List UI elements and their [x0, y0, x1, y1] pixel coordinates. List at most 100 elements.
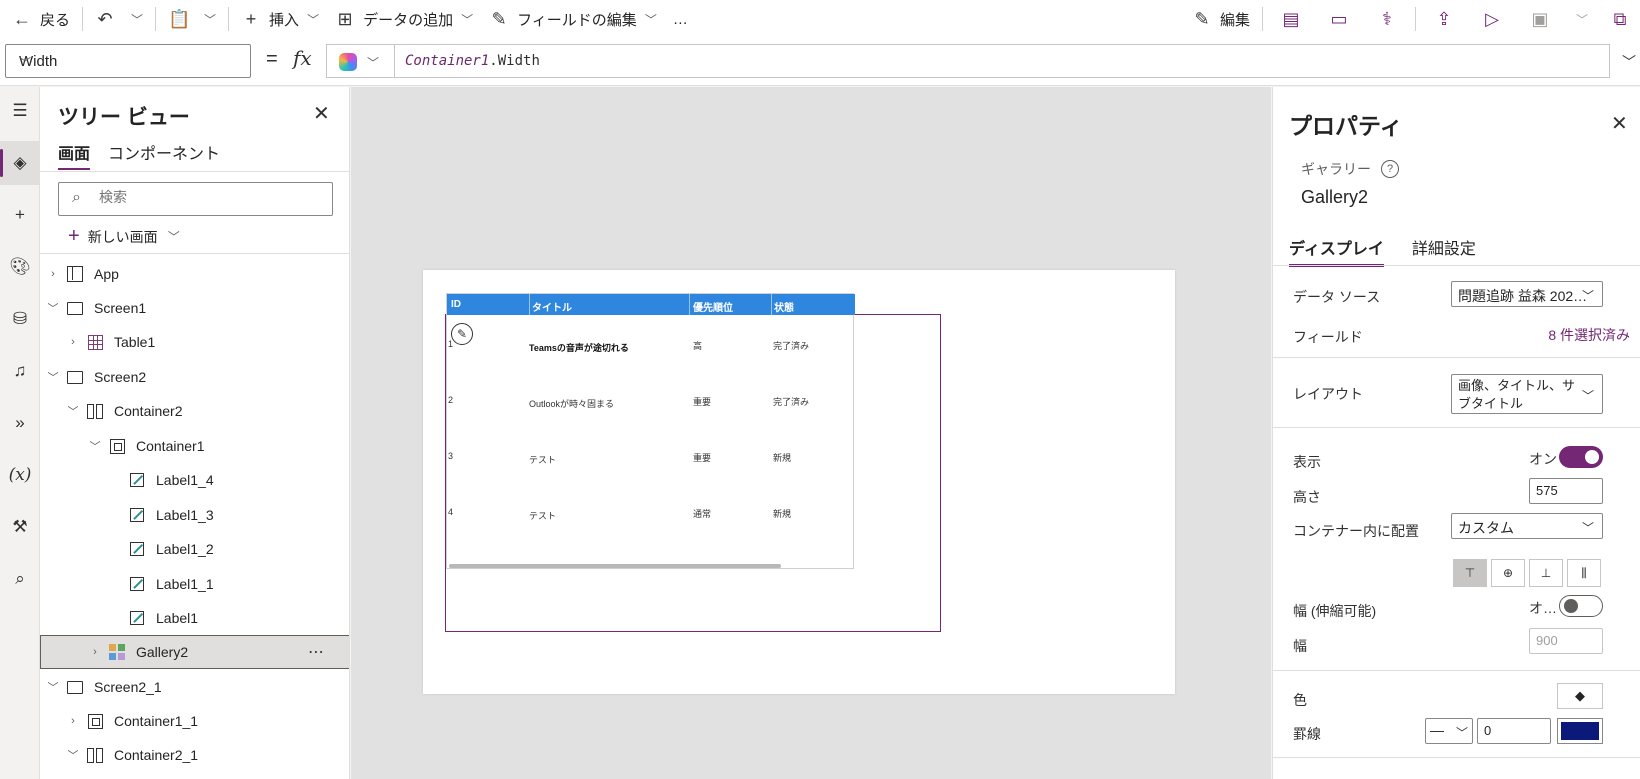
divider — [1262, 7, 1263, 31]
copilot-button[interactable]: ﹀ — [326, 44, 394, 78]
width-input[interactable]: 900 — [1529, 628, 1603, 654]
save-dropdown[interactable]: ﹀ — [1564, 0, 1600, 38]
chevron-right-icon: › — [71, 336, 75, 348]
align-bottom-button[interactable]: ⊥ — [1529, 559, 1563, 587]
media-button[interactable]: ♫ — [0, 349, 40, 393]
border-style-dropdown[interactable]: — ﹀ — [1425, 718, 1473, 744]
insert-button[interactable]: + 挿入 ﹀ — [233, 0, 327, 38]
align-stretch-button[interactable]: ⫼ — [1567, 559, 1601, 587]
tree-view-button[interactable]: ◈ — [0, 141, 40, 185]
tree-node-app[interactable]: › App — [40, 257, 349, 291]
edit-icon[interactable]: ✎ — [451, 323, 473, 345]
app-checker-button[interactable]: ▤ — [1267, 0, 1315, 38]
tab-components[interactable]: コンポーネント — [108, 140, 220, 170]
canvas-area: ID タイトル 優先順位 状態 ✎ 1 Teamsの音声が途切れる 高 完了済み… — [351, 87, 1271, 779]
close-tree-view-button[interactable]: ✕ — [313, 101, 330, 126]
tree-node-label1-2[interactable]: Label1_2 — [40, 532, 349, 566]
advanced-tools-button[interactable]: ⚒ — [0, 505, 40, 549]
tree-node-screen2[interactable]: ﹀ Screen2 — [40, 360, 349, 394]
tree-search-box[interactable]: ⌕ — [58, 182, 333, 216]
undo-dropdown[interactable]: ﹀ — [123, 0, 151, 38]
variables-button[interactable]: (x) — [0, 453, 40, 497]
tree-node-gallery2[interactable]: › Gallery2 ⋯ — [40, 635, 349, 669]
fill-color-button[interactable]: ◆ — [1557, 683, 1603, 709]
height-input[interactable]: 575 — [1529, 478, 1603, 504]
align-in-container-dropdown[interactable]: カスタム ﹀ — [1451, 513, 1603, 539]
table-cell-priority: 高 — [693, 341, 703, 351]
edit-fields-button[interactable]: ✎ フィールドの編集 ﹀ — [481, 0, 665, 38]
undo-button[interactable]: ↶ — [87, 0, 123, 38]
flexible-width-toggle[interactable] — [1559, 595, 1603, 617]
divider — [1273, 670, 1640, 671]
divider — [228, 7, 230, 31]
health-check-button[interactable]: ⚕ — [1363, 0, 1411, 38]
more-button[interactable]: … — [665, 0, 696, 38]
formula-input[interactable]: Container1.Width — [394, 44, 1610, 78]
tree-node-label1-4[interactable]: Label1_4 — [40, 463, 349, 497]
table-cell-status: 新規 — [773, 453, 792, 463]
layout-dropdown[interactable]: 画像、タイトル、サブタイトル ﹀ — [1451, 374, 1603, 414]
back-button[interactable]: ← 戻る — [0, 0, 78, 38]
search-rail-button[interactable]: ⌕ — [0, 557, 40, 601]
tree-node-label1-3[interactable]: Label1_3 — [40, 498, 349, 532]
tree-node-container1[interactable]: ﹀ Container1 — [40, 429, 349, 463]
horizontal-scrollbar[interactable] — [449, 564, 781, 568]
chevron-down-icon: ﹀ — [67, 406, 79, 418]
border-width-input[interactable]: 0 — [1477, 718, 1551, 744]
divider — [40, 171, 349, 172]
align-middle-button[interactable]: ⊕ — [1491, 559, 1525, 587]
publish-button[interactable]: ⧉ — [1600, 0, 1640, 38]
fields-link[interactable]: 8 件選択済み — [1548, 325, 1630, 345]
data-table[interactable]: ID タイトル 優先順位 状態 ✎ 1 Teamsの音声が途切れる 高 完了済み… — [446, 293, 855, 569]
tree-node-container1-1[interactable]: › Container1_1 — [40, 704, 349, 738]
tab-display[interactable]: ディスプレイ — [1289, 235, 1384, 267]
border-color-button[interactable] — [1557, 718, 1603, 744]
insert-rail-button[interactable]: + — [0, 193, 40, 237]
themes-button[interactable]: 🎨︎ — [0, 245, 40, 289]
column-header-status[interactable]: 状態 — [774, 299, 794, 314]
screen-icon — [66, 300, 84, 316]
new-screen-button[interactable]: + 新しい画面 ﹀ — [68, 225, 180, 248]
column-divider — [771, 294, 772, 315]
align-stretch-icon: ⫼ — [1581, 565, 1587, 580]
palette-icon: 🎨︎ — [9, 257, 31, 276]
save-button[interactable]: ▣ — [1516, 0, 1564, 38]
preview-button[interactable]: ▷ — [1468, 0, 1516, 38]
tab-screens[interactable]: 画面 — [58, 140, 91, 170]
more-options-icon[interactable]: ⋯ — [308, 642, 325, 662]
paste-dropdown[interactable]: ﹀ — [196, 0, 224, 38]
align-top-button[interactable]: ⊤ — [1453, 559, 1487, 587]
tree-node-screen2-1[interactable]: ﹀ Screen2_1 — [40, 670, 349, 704]
data-source-dropdown[interactable]: 問題追跡 益森 202… ﹀ — [1451, 281, 1603, 307]
edit-button[interactable]: ✎ 編集 — [1184, 0, 1258, 38]
paste-button[interactable]: 📋 — [160, 0, 196, 38]
tree-node-table1[interactable]: › Table1 — [40, 325, 349, 359]
tree-node-container2-1[interactable]: ﹀ Container2_1 — [40, 738, 349, 772]
height-label: 高さ — [1293, 489, 1321, 505]
hamburger-menu-button[interactable]: ☰ — [0, 89, 40, 133]
tree-node-screen1[interactable]: ﹀ Screen1 — [40, 291, 349, 325]
expand-formula-button[interactable]: ﹀ — [1622, 52, 1636, 72]
visible-toggle[interactable] — [1559, 446, 1603, 468]
container-icon — [108, 438, 126, 454]
tree-node-container2[interactable]: ﹀ Container2 — [40, 394, 349, 428]
tree-node-label1-1[interactable]: Label1_1 — [40, 567, 349, 601]
share-button[interactable]: ⇪ — [1420, 0, 1468, 38]
column-header-id[interactable]: ID — [451, 299, 461, 310]
column-header-title[interactable]: タイトル — [532, 299, 572, 314]
column-header-priority[interactable]: 優先順位 — [693, 299, 733, 314]
close-properties-button[interactable]: ✕ — [1611, 111, 1628, 136]
search-input[interactable] — [99, 189, 319, 205]
search-icon: ⌕ — [15, 569, 25, 588]
property-dropdown[interactable]: Width ﹀ — [5, 44, 251, 78]
data-button[interactable]: ⛁ — [0, 297, 40, 341]
equals-sign: = — [266, 48, 278, 70]
power-automate-button[interactable]: » — [0, 401, 40, 445]
screen-artboard[interactable]: ID タイトル 優先順位 状態 ✎ 1 Teamsの音声が途切れる 高 完了済み… — [423, 270, 1175, 694]
tab-advanced[interactable]: 詳細設定 — [1412, 235, 1476, 267]
add-data-button[interactable]: ⊞ データの追加 ﹀ — [327, 0, 481, 38]
visible-toggle-label: オン — [1529, 451, 1557, 467]
help-icon[interactable]: ? — [1381, 160, 1399, 178]
tree-node-label1[interactable]: Label1 — [40, 601, 349, 635]
comments-button[interactable]: ▭ — [1315, 0, 1363, 38]
